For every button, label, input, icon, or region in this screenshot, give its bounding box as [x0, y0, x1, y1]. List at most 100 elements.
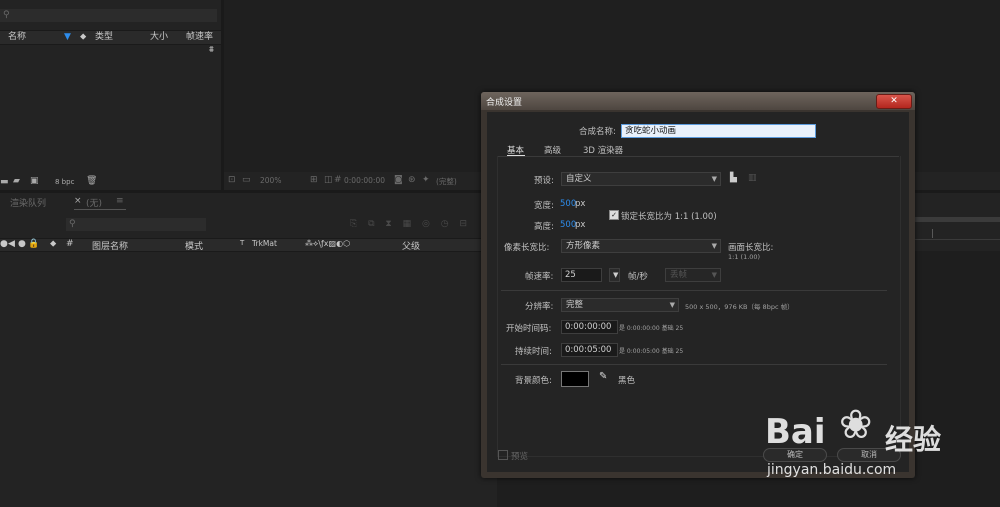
watermark: Bai ❀ 经验 jingyan.baidu.com [765, 400, 965, 490]
width-label: 宽度: [534, 201, 554, 211]
timecode-display[interactable]: 0:00:00:00 [344, 176, 385, 185]
search-icon: ⚲ [3, 10, 10, 20]
time-navigator[interactable]: | [915, 227, 1000, 240]
tab-close-icon[interactable]: × [74, 196, 82, 206]
pixel-aspect-label: 像素长宽比: [504, 243, 550, 253]
timeline-ruler[interactable] [915, 217, 1000, 222]
column-number[interactable]: # [66, 239, 74, 249]
separator [501, 364, 887, 365]
tab-none[interactable]: (无) [86, 196, 102, 209]
watermark-brand: Bai [765, 412, 826, 452]
switches-icons[interactable]: ⁂⟡\ƒx▨◐⬡ [305, 239, 350, 249]
channel-icon[interactable]: ✦ [422, 175, 430, 185]
start-timecode-label: 开始时间码: [506, 324, 552, 334]
duration-input[interactable]: 0:00:05:00 [561, 343, 618, 357]
height-unit: px [575, 220, 586, 230]
bpc-label[interactable]: 8 bpc [55, 178, 74, 186]
start-timecode-input[interactable]: 0:00:00:00 [561, 320, 618, 334]
camera-icon[interactable]: ◙ [394, 175, 403, 185]
pixel-aspect-value: 方形像素 [566, 241, 601, 251]
project-search-input[interactable]: ⚲ [0, 9, 217, 22]
always-preview-icon[interactable]: ⊡ [228, 175, 236, 185]
resolution-select[interactable]: 完整 ▼ [561, 298, 679, 312]
resolution-label: 分辨率: [525, 302, 554, 312]
column-name[interactable]: 名称 [8, 31, 26, 44]
pixel-aspect-select[interactable]: 方形像素 ▼ [561, 239, 721, 253]
timeline-column-header: ● ◀ ● 🔒 ⬥ # 图层名称 模式 T TrkMat ⁂⟡\ƒx▨◐⬡ 父级 [0, 238, 485, 252]
preset-select[interactable]: 自定义 ▼ [561, 172, 721, 186]
column-trkmat[interactable]: TrkMat [252, 239, 277, 248]
new-comp-icon[interactable]: ▣ [30, 176, 39, 186]
width-value[interactable]: 500 [560, 199, 576, 209]
trash-icon[interactable]: 🗑 [86, 176, 97, 186]
column-type[interactable]: 类型 [95, 31, 113, 44]
interpret-footage-icon[interactable]: ▬ [0, 177, 9, 187]
viewer-toolbar: ⊡ ▭ 200% ⊞ ◫ # 0:00:00:00 ◙ ⊛ ✦ (完整) [224, 174, 484, 188]
frame-blend-icon[interactable]: ▦ [403, 219, 412, 229]
brainstorm-icon[interactable]: ⊟ [459, 219, 467, 229]
fit-icon[interactable]: ⊞ [310, 175, 318, 185]
solo-icon[interactable]: ● [18, 239, 26, 249]
grid-icon[interactable]: # [334, 175, 342, 185]
snapshot-icon[interactable]: ⊛ [408, 175, 416, 185]
quality-select[interactable]: (完整) [436, 176, 457, 187]
audio-toggle-icon[interactable]: ◀ [8, 239, 15, 249]
fps-mode-select[interactable]: 丢帧 ▼ [665, 268, 721, 282]
motion-blur-icon[interactable]: ◎ [422, 219, 430, 229]
height-value[interactable]: 500 [560, 220, 576, 230]
fps-dropdown[interactable]: ▼ [609, 268, 620, 282]
label-icon[interactable]: ⬥ [50, 239, 56, 249]
dialog-titlebar[interactable]: 合成设置 ✕ [481, 92, 915, 110]
bg-color-name: 黑色 [618, 376, 636, 386]
project-column-header: 名称 ▼ ⬥ 类型 大小 帧速率 [0, 30, 221, 45]
width-unit: px [575, 199, 586, 209]
column-framerate[interactable]: 帧速率 [186, 31, 213, 44]
chevron-down-icon: ▼ [711, 242, 717, 250]
timeline-search-input[interactable]: ⚲ [66, 218, 206, 231]
tab-menu-icon[interactable]: ≡ [116, 196, 124, 206]
column-parent[interactable]: 父级 [402, 239, 420, 252]
label-tag-icon[interactable]: ⬥ [80, 31, 86, 44]
ruler-tick: | [931, 229, 935, 239]
flowchart-icon[interactable]: ⩩ [209, 45, 214, 55]
graph-editor-icon[interactable]: ◷ [441, 219, 449, 229]
column-size[interactable]: 大小 [150, 31, 168, 44]
comp-name-label: 合成名称: [579, 127, 616, 137]
column-layer-name[interactable]: 图层名称 [92, 239, 128, 252]
region-icon[interactable]: ◫ [324, 175, 333, 185]
duration-label: 持续时间: [515, 347, 552, 357]
frame-aspect-value: 1:1 (1.00) [728, 253, 761, 261]
tab-render-queue[interactable]: 渲染队列 [10, 196, 46, 209]
eyedropper-icon[interactable]: ✎ [599, 371, 607, 382]
sort-arrow-icon[interactable]: ▼ [64, 31, 71, 44]
preset-value: 自定义 [566, 174, 592, 184]
resolution-value: 完整 [566, 300, 584, 310]
column-mode[interactable]: 模式 [185, 239, 203, 252]
delete-preset-icon[interactable]: ▥ [748, 173, 757, 183]
preview-checkbox[interactable] [498, 450, 508, 460]
tab-3d-renderer[interactable]: 3D 渲染器 [583, 144, 623, 156]
preset-label: 预设: [534, 176, 554, 186]
fps-mode-value: 丢帧 [670, 270, 688, 280]
lock-aspect-checkbox[interactable]: ✓ [609, 210, 619, 220]
height-label: 高度: [534, 222, 554, 232]
new-folder-icon[interactable]: ▰ [13, 176, 20, 186]
monitor-icon[interactable]: ▭ [242, 175, 251, 185]
column-t[interactable]: T [240, 239, 244, 247]
close-button[interactable]: ✕ [876, 94, 912, 109]
dialog-title: 合成设置 [486, 98, 523, 108]
tab-advanced[interactable]: 高级 [544, 144, 561, 156]
comp-name-input[interactable]: 贪吃蛇小动画 [621, 124, 816, 138]
comp-mini-icon[interactable]: ⎘ [350, 219, 357, 229]
draft-3d-icon[interactable]: ⧉ [368, 219, 374, 229]
video-toggle-icon[interactable]: ● [0, 239, 8, 249]
save-preset-icon[interactable]: ▙ [730, 173, 737, 183]
lock-icon[interactable]: 🔒 [28, 239, 39, 249]
fps-input[interactable]: 25 [561, 268, 602, 282]
shy-icon[interactable]: ⧗ [385, 219, 391, 229]
zoom-select[interactable]: 200% [260, 176, 281, 185]
bg-color-label: 背景颜色: [515, 376, 552, 386]
project-toolbar: ▬ ▰ ▣ 8 bpc 🗑 [0, 176, 221, 189]
tab-underline [74, 209, 126, 210]
bg-color-swatch[interactable] [561, 371, 589, 387]
